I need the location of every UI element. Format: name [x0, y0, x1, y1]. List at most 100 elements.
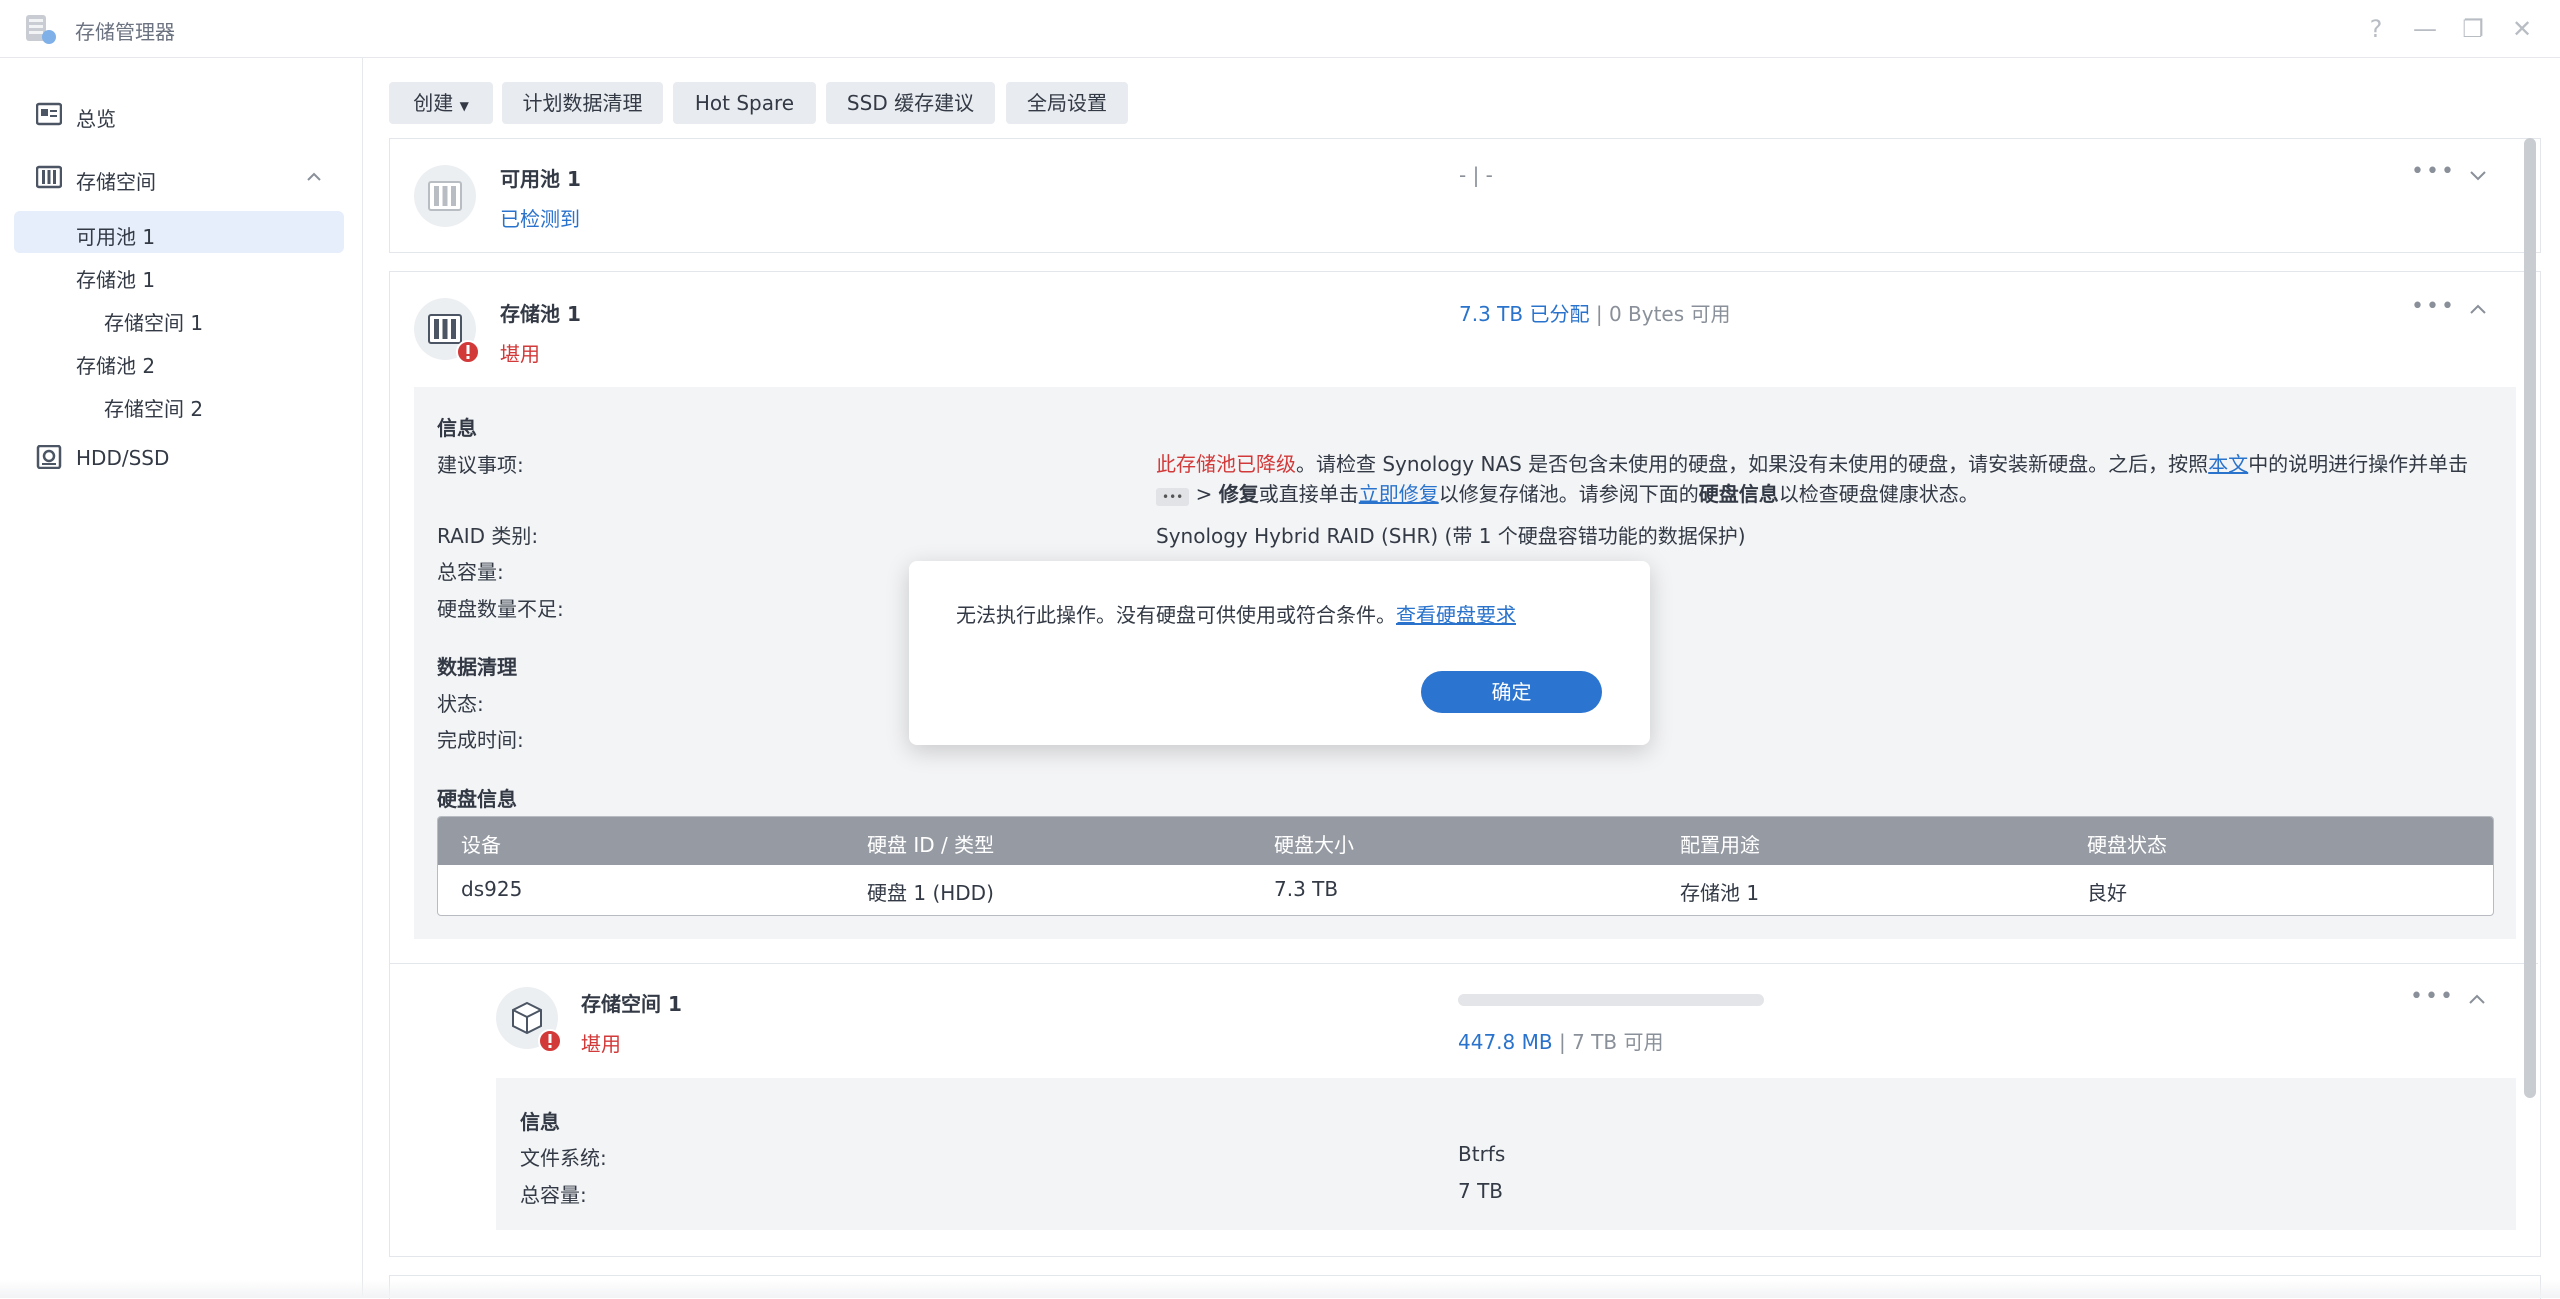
volume-usage-bar — [1458, 994, 1764, 1006]
sidebar-item-label: 总览 — [76, 103, 116, 132]
more-icon[interactable]: ••• — [2410, 984, 2455, 1009]
scrub-status-label: 状态: — [437, 688, 484, 717]
available-pool-name: 可用池 1 — [500, 163, 581, 192]
column-header-allocation[interactable]: 配置用途 — [1680, 829, 1760, 858]
sidebar-subitem-label: 存储池 2 — [76, 350, 155, 379]
raid-type-label: RAID 类别: — [437, 520, 538, 549]
dialog-message: 无法执行此操作。没有硬盘可供使用或符合条件。查看硬盘要求 — [956, 599, 1516, 628]
help-icon[interactable]: ? — [2359, 12, 2393, 46]
sidebar-item-volume-1[interactable]: 存储空间 1 — [14, 297, 344, 339]
warning-badge-icon — [538, 1029, 562, 1053]
scrub-completed-label: 完成时间: — [437, 724, 524, 753]
dialog-message-text: 无法执行此操作。没有硬盘可供使用或符合条件。 — [956, 603, 1396, 627]
sidebar-item-available-pool-1[interactable]: 可用池 1 — [14, 211, 344, 253]
close-icon[interactable]: ✕ — [2505, 12, 2539, 46]
storage-pool-status: 堪用 — [500, 338, 540, 367]
cell-disk-status: 良好 — [2087, 877, 2127, 906]
view-disk-requirements-link[interactable]: 查看硬盘要求 — [1396, 603, 1516, 627]
info-section-title: 信息 — [437, 412, 477, 441]
column-header-device[interactable]: 设备 — [461, 829, 501, 858]
separator: | — [1559, 1030, 1566, 1054]
global-settings-button[interactable]: 全局设置 — [1006, 82, 1128, 124]
this-article-link[interactable]: 本文 — [2208, 452, 2248, 476]
sidebar-subitem-label: 存储空间 2 — [104, 393, 203, 422]
bottom-fade — [0, 1280, 2560, 1298]
column-header-disk-id[interactable]: 硬盘 ID / 类型 — [867, 829, 994, 858]
suggestion-label: 建议事项: — [437, 449, 524, 478]
scrub-section-title: 数据清理 — [437, 651, 517, 680]
insufficient-disks-label: 硬盘数量不足: — [437, 593, 564, 622]
restore-icon[interactable]: ❐ — [2456, 12, 2490, 46]
repair-now-link[interactable]: 立即修复 — [1359, 482, 1439, 506]
cell-device: ds925 — [461, 877, 522, 901]
volume-status: 堪用 — [581, 1028, 621, 1057]
disk-info-bold-text: 硬盘信息 — [1699, 482, 1779, 506]
app-title: 存储管理器 — [75, 16, 175, 45]
storage-pool-usage: 7.3 TB 已分配 | 0 Bytes 可用 — [1459, 298, 1731, 327]
cell-allocation: 存储池 1 — [1680, 877, 1759, 906]
available-text: 0 Bytes 可用 — [1609, 302, 1731, 326]
column-header-disk-status[interactable]: 硬盘状态 — [2087, 829, 2167, 858]
storage-icon — [36, 165, 62, 189]
volume-capacity-value: 7 TB — [1458, 1179, 1503, 1203]
suggestion-line1: 。请检查 Synology NAS 是否包含未使用的硬盘，如果没有未使用的硬盘，… — [1296, 452, 2208, 476]
suggestion-line2c: 以修复存储池。请参阅下面的 — [1439, 482, 1699, 506]
schedule-scrub-button[interactable]: 计划数据清理 — [502, 82, 663, 124]
pool-icon — [414, 165, 476, 227]
volume-used-text: 447.8 MB — [1458, 1030, 1553, 1054]
volume-name: 存储空间 1 — [581, 988, 682, 1017]
volume-icon — [496, 987, 558, 1049]
storage-pool-name: 存储池 1 — [500, 298, 581, 327]
more-dots-icon: ••• — [1156, 488, 1189, 506]
cell-disk-id: 硬盘 1 (HDD) — [867, 877, 994, 906]
hot-spare-button[interactable]: Hot Spare — [673, 82, 816, 124]
volume-usage: 447.8 MB | 7 TB 可用 — [1458, 1026, 1663, 1055]
total-capacity-label: 总容量: — [437, 556, 504, 585]
pool-icon — [414, 298, 476, 360]
sidebar-item-label: 存储空间 — [76, 166, 156, 195]
sidebar-item-storage-pool-2[interactable]: 存储池 2 — [14, 340, 344, 382]
chevron-up-icon[interactable] — [2467, 990, 2487, 1010]
repair-bold-text: 修复 — [1219, 482, 1259, 506]
sidebar-item-volume-2[interactable]: 存储空间 2 — [14, 383, 344, 425]
divider — [390, 963, 2538, 964]
sidebar-subitem-label: 可用池 1 — [76, 221, 155, 250]
more-icon[interactable]: ••• — [2411, 294, 2456, 319]
sidebar-item-storage-pool-1[interactable]: 存储池 1 — [14, 254, 344, 296]
chevron-down-icon[interactable] — [2468, 165, 2488, 185]
chevron-up-icon[interactable] — [306, 170, 322, 184]
available-pool-status: 已检测到 — [500, 203, 580, 232]
disk-info-table: 设备 硬盘 ID / 类型 硬盘大小 配置用途 硬盘状态 ds925 硬盘 1 … — [437, 816, 2494, 916]
suggestion-line1b: 中的说明进行操作并单击 — [2248, 452, 2468, 476]
sidebar-subitem-label: 存储空间 1 — [104, 307, 203, 336]
degraded-warning: 此存储池已降级 — [1156, 452, 1296, 476]
minimize-icon[interactable]: — — [2408, 12, 2442, 46]
create-button[interactable]: 创建 ▼ — [389, 82, 493, 124]
raid-type-value: Synology Hybrid RAID (SHR) (带 1 个硬盘容错功能的… — [1156, 520, 1746, 549]
volume-available-text: 7 TB 可用 — [1572, 1030, 1663, 1054]
ssd-cache-advisor-button[interactable]: SSD 缓存建议 — [826, 82, 995, 124]
allocated-text: 7.3 TB 已分配 — [1459, 302, 1589, 326]
sidebar-item-hdd-ssd[interactable]: HDD/SSD — [14, 436, 344, 478]
sidebar-item-overview[interactable]: 总览 — [14, 93, 344, 135]
cell-disk-size: 7.3 TB — [1274, 877, 1338, 901]
available-pool-card[interactable]: 可用池 1 已检测到 - | - ••• — [389, 138, 2541, 253]
suggestion-line2a: > — [1189, 482, 1218, 506]
sidebar-item-storage[interactable]: 存储空间 — [14, 156, 344, 198]
available-pool-meta: - | - — [1459, 163, 1493, 187]
disk-info-section-title: 硬盘信息 — [437, 783, 517, 812]
error-dialog: 无法执行此操作。没有硬盘可供使用或符合条件。查看硬盘要求 确定 — [909, 561, 1650, 745]
volume-info-panel — [496, 1078, 2516, 1230]
storage-manager-app-icon — [24, 12, 58, 46]
volume-capacity-label: 总容量: — [520, 1179, 587, 1208]
sidebar: 总览 存储空间 可用池 1 存储池 1 存储空间 1 存储池 2 存储空间 2 … — [0, 58, 363, 1298]
scrollbar[interactable] — [2524, 138, 2536, 1098]
column-header-disk-size[interactable]: 硬盘大小 — [1274, 829, 1354, 858]
disk-icon — [36, 445, 62, 469]
title-bar: 存储管理器 ? — ❐ ✕ — [0, 0, 2560, 58]
chevron-up-icon[interactable] — [2468, 300, 2488, 320]
more-icon[interactable]: ••• — [2411, 159, 2456, 184]
ok-button[interactable]: 确定 — [1421, 671, 1602, 713]
sidebar-subitem-label: 存储池 1 — [76, 264, 155, 293]
filesystem-label: 文件系统: — [520, 1142, 607, 1171]
